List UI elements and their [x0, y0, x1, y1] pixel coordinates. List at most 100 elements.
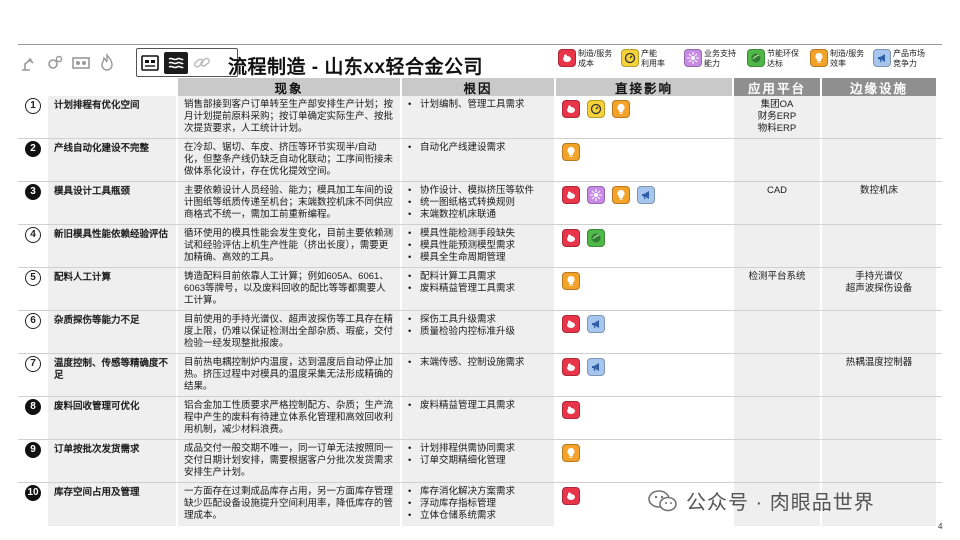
platform-text: [734, 311, 820, 353]
table-row: 5 配料人工计算 铸造配料目前依靠人工计算；例如605A、6061、6063等牌号，…: [18, 268, 942, 311]
row-number-cell: 7: [18, 354, 48, 396]
wechat-logo-icon: [648, 489, 677, 511]
impact-badge-gauge-icon: [587, 100, 605, 118]
phenomenon-text: 目前热电耦控制炉内温度，达到温度后自动停止加热。挤压过程中对模具的温度采集无法形…: [178, 354, 400, 396]
infrastructure-text: 热耦温度控制器: [822, 354, 936, 396]
table-row: 9 订单按批次发货需求 成品交付一般交期不唯一，同一订单无法按照同一交付日期计划安排…: [18, 440, 942, 483]
header-phenomenon: 现象: [178, 78, 400, 96]
cause-item: 计划排程供需协同需求: [408, 443, 548, 455]
impact-badge-megaphone-icon: [587, 315, 605, 333]
slide-header: 流程制造 - 山东xx轻合金公司 制造/服务 成本 产能 利用率 业务支持 能力 节能…: [18, 44, 942, 80]
table-row: 2 产线自动化建设不完整 在冷却、锯切、车皮、挤压等环节实现半/自动化，但整条产线仍…: [18, 139, 942, 182]
table-body: 1 计划排程有优化空间 销售部接到客户订单转至生产部安排生产计划；按月计划提前原料采…: [18, 96, 942, 526]
legend-label: 产能 利用率: [641, 49, 665, 68]
impact-badge-piggy-bank-icon: [562, 186, 580, 204]
row-number-cell: 3: [18, 182, 48, 224]
leaf-globe-icon: [747, 49, 765, 67]
row-number-cell: 5: [18, 268, 48, 310]
cause-list: 配料计算工具需求废料精益管理工具需求: [402, 268, 554, 310]
issue-title: 库存空间占用及管理: [48, 483, 176, 526]
legend-label: 制造/服务 成本: [578, 49, 613, 68]
infrastructure-text: [822, 397, 936, 439]
legend-label: 制造/服务 效率: [830, 49, 865, 68]
impact-cell: [556, 96, 732, 138]
row-number: 8: [25, 399, 41, 415]
cause-item: 废料精益管理工具需求: [408, 283, 548, 295]
row-number: 7: [25, 356, 41, 372]
infrastructure-text: 数控机床: [822, 182, 936, 224]
row-number-cell: 4: [18, 225, 48, 267]
issue-title: 配料人工计算: [48, 268, 176, 310]
metal-rolls-icon: [164, 51, 188, 74]
cause-item: 浮动库存指标管理: [408, 498, 548, 510]
platform-text: CAD: [734, 182, 820, 224]
watermark-text: 公众号 · 肉眼品世界: [686, 492, 875, 514]
issue-title: 温度控制、传感等精确度不足: [48, 354, 176, 396]
robot-arm-icon: [18, 52, 40, 74]
issue-title: 废料回收管理可优化: [48, 397, 176, 439]
impact-badge-piggy-bank-icon: [562, 100, 580, 118]
row-number: 6: [25, 313, 41, 329]
table-row: 7 温度控制、传感等精确度不足 目前热电耦控制炉内温度，达到温度后自动停止加热。挤压…: [18, 354, 942, 397]
cause-item: 末端数控机床联通: [408, 209, 548, 221]
infrastructure-text: [822, 311, 936, 353]
legend-label: 节能环保 达标: [767, 49, 799, 68]
header-impact: 直接影响: [556, 78, 732, 96]
platform-text: [734, 440, 820, 482]
infrastructure-text: [822, 225, 936, 267]
issue-title: 新旧模具性能依赖经验评估: [48, 225, 176, 267]
cause-item: 立体仓储系统需求: [408, 510, 548, 522]
lightbulb-icon: [810, 49, 828, 67]
impact-legend: 制造/服务 成本 产能 利用率 业务支持 能力 节能环保 达标 制造/服务 效率 产品市场…: [558, 49, 936, 68]
impact-badge-piggy-bank-icon: [562, 358, 580, 376]
impact-badge-lightbulb-icon: [562, 444, 580, 462]
issue-title: 计划排程有优化空间: [48, 96, 176, 138]
machine-icon: [70, 52, 92, 74]
impact-badge-megaphone-icon: [587, 358, 605, 376]
cause-list: 末端传感、控制设施需求: [402, 354, 554, 396]
phenomenon-text: 在冷却、锯切、车皮、挤压等环节实现半/自动化，但整条产线仍缺乏自动化联动；工序间…: [178, 139, 400, 181]
cause-item: 模具性能检测手段缺失: [408, 228, 548, 240]
cause-item: 库存消化解决方案需求: [408, 486, 548, 498]
table-row: 6 杂质探伤等能力不足 目前使用的手持光谱仪、超声波探伤等工具存在精度上限，仍难以保…: [18, 311, 942, 354]
table-row: 3 模具设计工具瓶颈 主要依赖设计人员经验、能力；模具加工车间的设计图纸等纸质传递至…: [18, 182, 942, 225]
infrastructure-text: [822, 96, 936, 138]
piggy-bank-icon: [558, 49, 576, 67]
phenomenon-text: 铝合金加工性质要求严格控制配方、杂质；生产流程中产生的废料有待建立体系化管理和高…: [178, 397, 400, 439]
row-number-cell: 6: [18, 311, 48, 353]
cause-item: 末端传感、控制设施需求: [408, 357, 548, 369]
impact-badge-lightbulb-icon: [612, 100, 630, 118]
sector-icon-strip: [18, 49, 122, 77]
issue-table: 现象 根因 直接影响 应用平台 边缘设施 1 计划排程有优化空间 销售部接到客户订单…: [18, 78, 942, 526]
header-cause: 根因: [402, 78, 554, 96]
issue-title: 模具设计工具瓶颈: [48, 182, 176, 224]
row-number: 2: [25, 141, 41, 157]
impact-cell: [556, 440, 732, 482]
row-number-cell: 2: [18, 139, 48, 181]
impact-badge-piggy-bank-icon: [562, 229, 580, 247]
impact-cell: [556, 182, 732, 224]
cause-list: 计划编制、管理工具需求: [402, 96, 554, 138]
issue-title: 产线自动化建设不完整: [48, 139, 176, 181]
impact-badge-lightbulb-icon: [612, 186, 630, 204]
phenomenon-text: 目前使用的手持光谱仪、超声波探伤等工具存在精度上限，仍难以保证检测出全部杂质、瑕…: [178, 311, 400, 353]
phenomenon-text: 成品交付一般交期不唯一，同一订单无法按照同一交付日期计划安排，需要根据客户分批次…: [178, 440, 400, 482]
gears-icon: [44, 52, 66, 74]
row-number: 5: [25, 270, 41, 286]
row-number: 9: [25, 442, 41, 458]
row-number-cell: 8: [18, 397, 48, 439]
impact-cell: [556, 225, 732, 267]
platform-text: [734, 139, 820, 181]
impact-badge-star-burst-icon: [587, 186, 605, 204]
impact-badge-leaf-globe-icon: [587, 229, 605, 247]
platform-text: [734, 354, 820, 396]
cause-list: 库存消化解决方案需求浮动库存指标管理立体仓储系统需求: [402, 483, 554, 526]
impact-badge-piggy-bank-icon: [562, 401, 580, 419]
platform-text: 集团OA 财务ERP 物料ERP: [734, 96, 820, 138]
impact-badge-lightbulb-icon: [562, 272, 580, 290]
impact-cell: [556, 311, 732, 353]
gauge-icon: [621, 49, 639, 67]
factory-panel-icon: [139, 52, 161, 74]
cause-item: 质量检验内控标准升级: [408, 326, 548, 338]
cause-item: 废料精益管理工具需求: [408, 400, 548, 412]
